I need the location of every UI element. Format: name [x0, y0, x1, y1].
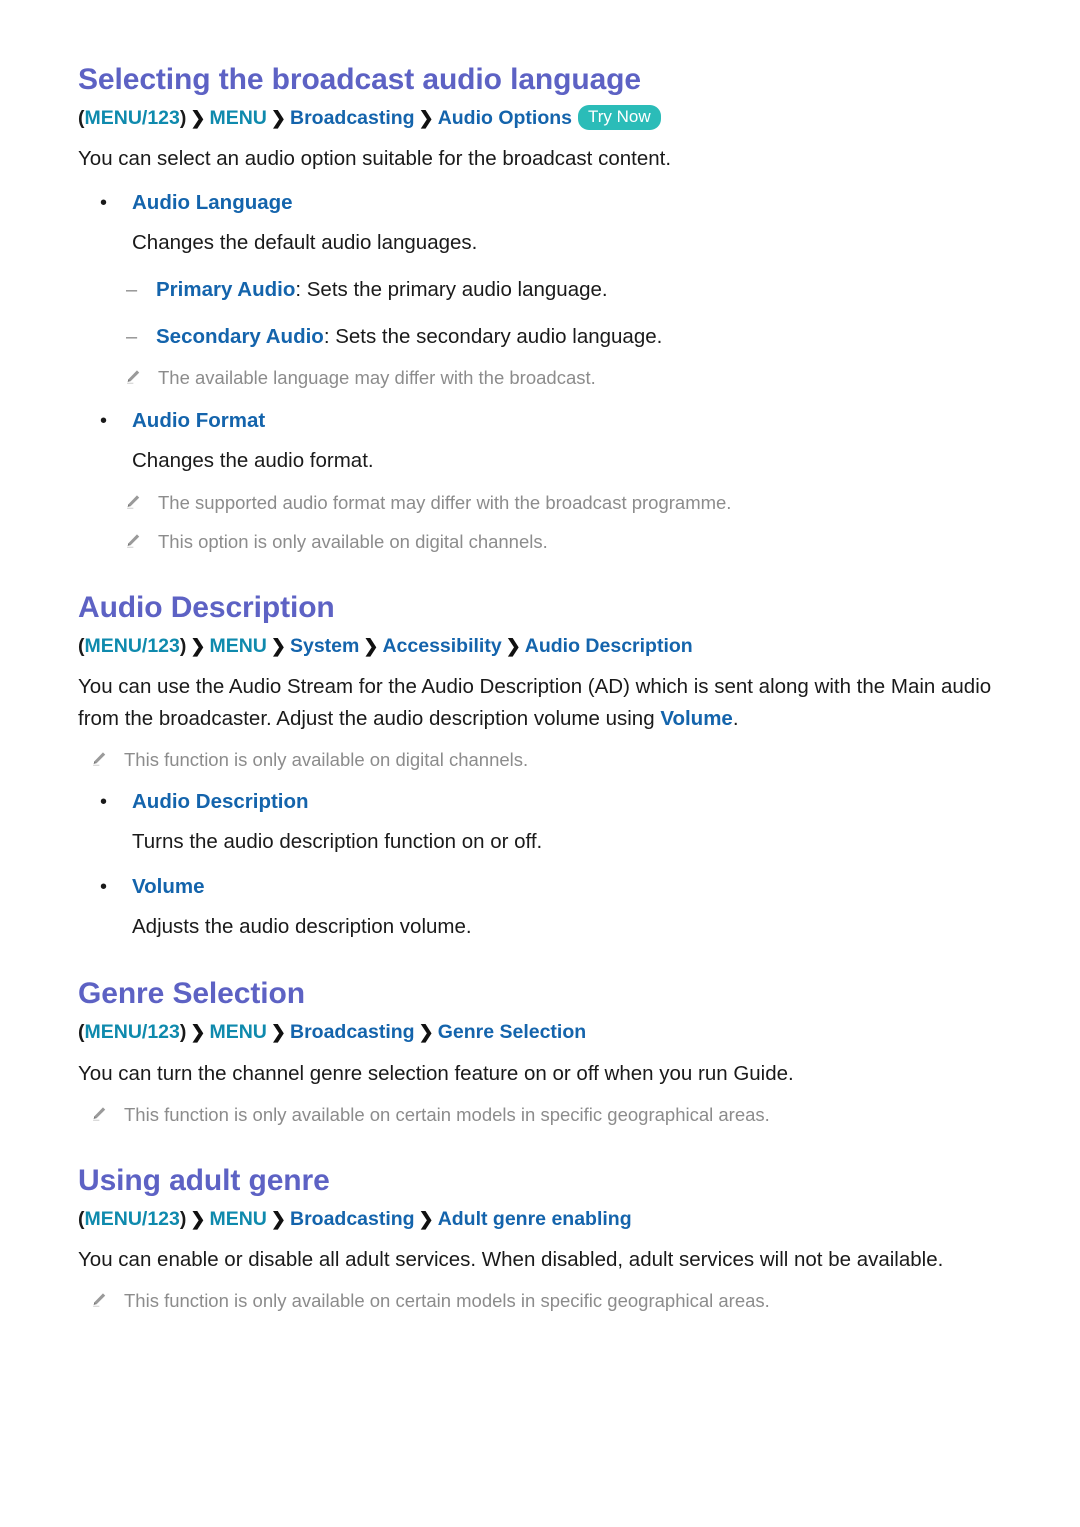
chevron-right-icon: ❯ — [418, 1022, 434, 1043]
note: This function is only available on certa… — [78, 1287, 1018, 1315]
list-item-label[interactable]: Audio Description — [132, 790, 309, 813]
bullet-marker-icon: • — [100, 875, 108, 898]
bullet-marker-icon: • — [100, 791, 108, 814]
pencil-icon — [90, 748, 108, 766]
section-genre-selection: Genre Selection (MENU/123) ❯ MENU ❯ Broadcas… — [78, 976, 1018, 1128]
pencil-icon — [124, 366, 142, 385]
breadcrumb-item[interactable]: Genre Selection — [438, 1021, 586, 1043]
section-intro-text: You can use the Audio Stream for the Aud… — [78, 671, 1018, 733]
breadcrumb-menu[interactable]: MENU — [209, 1208, 266, 1230]
list-item: • Audio Description — [78, 787, 1018, 818]
breadcrumb-item[interactable]: Audio Description — [525, 635, 693, 657]
chevron-right-icon: ❯ — [363, 636, 379, 657]
section-selecting-broadcast-audio-language: Selecting the broadcast audio language (… — [78, 62, 1018, 556]
breadcrumb-item[interactable]: Broadcasting — [290, 1021, 415, 1043]
sub-list-item: – Secondary Audio: Sets the secondary aud… — [78, 322, 1018, 353]
list-item: • Audio Format — [78, 406, 1018, 437]
breadcrumb: (MENU/123) ❯ MENU ❯ System ❯ Accessibility ❯ Aud… — [78, 632, 1018, 661]
chevron-right-icon: ❯ — [418, 108, 434, 128]
pencil-icon — [124, 491, 142, 509]
note-text: This option is only available on digital… — [158, 531, 548, 553]
note: This function is only available on certa… — [78, 1101, 1018, 1129]
note-text: This function is only available on digit… — [124, 748, 529, 770]
section-using-adult-genre: Using adult genre (MENU/123) ❯ MENU ❯ Broadc… — [78, 1163, 1018, 1315]
intro-before: You can use the Audio Stream for the Aud… — [78, 675, 992, 730]
sub-list-item-text: : Sets the primary audio language. — [295, 277, 608, 301]
note-text: This function is only available on certa… — [124, 1103, 770, 1125]
pencil-icon — [124, 530, 142, 549]
sub-list-item-text: : Sets the secondary audio language. — [323, 324, 663, 348]
breadcrumb-item[interactable]: Accessibility — [382, 635, 501, 657]
note: The supported audio format may differ wi… — [78, 489, 1018, 517]
breadcrumb: (MENU/123) ❯ MENU ❯ Broadcasting ❯ Genre Selec… — [78, 1018, 1018, 1047]
note-text: The available language may differ with t… — [158, 367, 596, 389]
list-item-label[interactable]: Volume — [132, 875, 205, 898]
chevron-right-icon: ❯ — [270, 1022, 286, 1043]
section-intro-text: You can enable or disable all adult serv… — [78, 1247, 944, 1271]
dash-marker-icon: – — [126, 278, 138, 301]
list-item: • Audio Language — [78, 188, 1018, 219]
page-title: Using adult genre — [78, 1163, 330, 1197]
bullet-marker-icon: • — [100, 192, 108, 215]
chevron-right-icon: ❯ — [270, 108, 286, 128]
list-item-description: Changes the audio format. — [132, 448, 374, 472]
document-page: Selecting the broadcast audio language (… — [0, 0, 1080, 1527]
list-item-description: Adjusts the audio description volume. — [132, 914, 472, 938]
section-audio-description: Audio Description (MENU/123) ❯ MENU ❯ System… — [78, 590, 1018, 942]
breadcrumb-item[interactable]: Adult genre enabling — [438, 1208, 632, 1230]
chevron-right-icon: ❯ — [190, 1022, 206, 1043]
page-title: Audio Description — [78, 591, 335, 625]
sub-list-item-label[interactable]: Primary Audio — [156, 278, 295, 301]
dash-marker-icon: – — [126, 325, 138, 348]
breadcrumb-menu123[interactable]: MENU/123 — [85, 107, 180, 129]
breadcrumb-item[interactable]: Broadcasting — [290, 107, 415, 129]
page-title: Selecting the broadcast audio language — [78, 63, 641, 96]
sub-list-item: – Primary Audio: Sets the primary audio l… — [78, 275, 1018, 306]
breadcrumb-item[interactable]: System — [290, 635, 359, 657]
list-item-label[interactable]: Audio Language — [132, 191, 293, 214]
breadcrumb-menu123[interactable]: MENU/123 — [85, 1021, 180, 1043]
chevron-right-icon: ❯ — [190, 636, 206, 657]
chevron-right-icon: ❯ — [270, 636, 286, 657]
list-item-description: Changes the default audio languages. — [132, 231, 478, 255]
page-title: Genre Selection — [78, 977, 305, 1011]
bullet-marker-icon: • — [100, 410, 108, 433]
section-intro-text: You can turn the channel genre selection… — [78, 1061, 794, 1085]
chevron-right-icon: ❯ — [190, 108, 206, 128]
sub-list-item-label[interactable]: Secondary Audio — [156, 325, 324, 348]
chevron-right-icon: ❯ — [190, 1208, 206, 1229]
note-text: The supported audio format may differ wi… — [158, 491, 732, 513]
breadcrumb-menu[interactable]: MENU — [209, 107, 266, 129]
note: The available language may differ with t… — [78, 364, 1018, 392]
note-text: This function is only available on certa… — [124, 1290, 770, 1312]
breadcrumb-item[interactable]: Broadcasting — [290, 1208, 415, 1230]
volume-link[interactable]: Volume — [660, 707, 733, 730]
breadcrumb-menu123[interactable]: MENU/123 — [85, 635, 180, 657]
note: This function is only available on digit… — [78, 746, 1018, 774]
list-item-label[interactable]: Audio Format — [132, 409, 265, 432]
note: This option is only available on digital… — [78, 528, 1018, 556]
breadcrumb-menu123[interactable]: MENU/123 — [85, 1208, 180, 1230]
try-now-badge[interactable]: Try Now — [578, 105, 661, 131]
breadcrumb: (MENU/123) ❯ MENU ❯ Broadcasting ❯ Audio Optio… — [78, 104, 1018, 133]
chevron-right-icon: ❯ — [270, 1208, 286, 1229]
list-item: • Volume — [78, 872, 1018, 903]
chevron-right-icon: ❯ — [505, 636, 521, 657]
breadcrumb: (MENU/123) ❯ MENU ❯ Broadcasting ❯ Adult genre… — [78, 1205, 1018, 1234]
breadcrumb-item[interactable]: Audio Options — [438, 107, 572, 129]
breadcrumb-menu[interactable]: MENU — [209, 635, 266, 657]
breadcrumb-menu[interactable]: MENU — [209, 1021, 266, 1043]
list-item-description: Turns the audio description function on … — [132, 830, 543, 854]
chevron-right-icon: ❯ — [418, 1208, 434, 1229]
section-intro-text: You can select an audio option suitable … — [78, 147, 672, 171]
document-content: Selecting the broadcast audio language (… — [78, 62, 1018, 1315]
pencil-icon — [90, 1103, 108, 1121]
intro-after: . — [732, 706, 739, 730]
pencil-icon — [90, 1289, 108, 1307]
